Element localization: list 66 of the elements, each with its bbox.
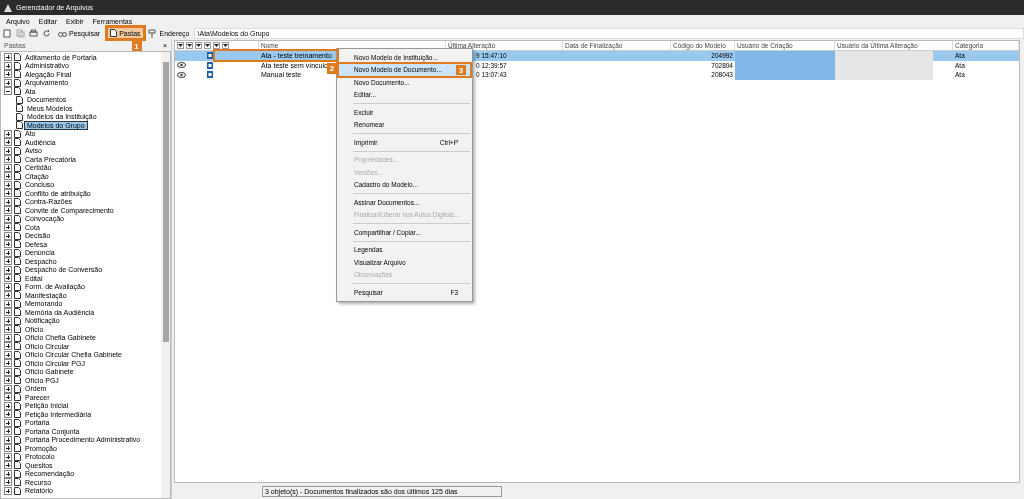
dropdown-icon[interactable] (213, 42, 220, 49)
expand-toggle[interactable] (4, 274, 12, 283)
expand-toggle[interactable] (4, 257, 12, 266)
expand-toggle[interactable] (4, 350, 12, 359)
dropdown-icon[interactable] (222, 42, 229, 49)
expand-toggle[interactable] (4, 376, 12, 385)
expand-toggle[interactable] (4, 384, 12, 393)
expand-toggle[interactable] (4, 291, 12, 300)
expand-toggle[interactable] (4, 469, 12, 478)
expand-toggle[interactable] (4, 342, 12, 351)
expand-toggle[interactable] (4, 138, 12, 147)
expand-toggle[interactable] (4, 61, 12, 70)
print-icon[interactable] (29, 28, 38, 38)
icon-columns-header[interactable] (175, 41, 259, 50)
expand-toggle[interactable] (4, 461, 12, 470)
expand-toggle[interactable] (4, 367, 12, 376)
scrollbar[interactable] (161, 52, 170, 498)
new-icon[interactable] (3, 28, 12, 38)
expand-toggle[interactable] (4, 53, 12, 62)
expand-toggle[interactable] (4, 359, 12, 368)
expand-toggle[interactable] (4, 325, 12, 334)
expand-toggle[interactable] (4, 418, 12, 427)
expand-toggle[interactable] (4, 189, 12, 198)
refresh-icon[interactable] (42, 28, 51, 38)
expand-toggle[interactable] (4, 223, 12, 232)
expand-toggle[interactable] (4, 435, 12, 444)
binoculars-icon (58, 29, 67, 37)
expand-toggle[interactable] (4, 240, 12, 249)
expand-toggle[interactable] (4, 163, 12, 172)
expand-toggle[interactable] (4, 231, 12, 240)
expand-toggle[interactable] (4, 206, 12, 215)
expand-toggle[interactable] (4, 444, 12, 453)
dropdown-icon[interactable] (177, 42, 184, 49)
expand-toggle[interactable] (4, 155, 12, 164)
app-icon (4, 3, 12, 12)
expand-toggle[interactable] (4, 78, 12, 87)
expand-toggle[interactable] (4, 316, 12, 325)
expand-toggle[interactable] (4, 265, 12, 274)
expand-toggle[interactable] (4, 129, 12, 138)
expand-toggle[interactable] (4, 308, 12, 317)
pin-icon[interactable] (147, 28, 156, 38)
expand-toggle[interactable] (4, 172, 12, 181)
expand-toggle[interactable] (4, 393, 12, 402)
expand-toggle[interactable] (4, 478, 12, 487)
callout-number: 3 (456, 65, 466, 75)
expand-toggle[interactable] (4, 248, 12, 257)
expand-toggle[interactable] (4, 427, 12, 436)
expand-toggle[interactable] (4, 401, 12, 410)
expand-toggle[interactable] (4, 299, 12, 308)
expand-toggle[interactable] (4, 282, 12, 291)
collapse-toggle[interactable] (4, 87, 12, 96)
expand-toggle[interactable] (4, 214, 12, 223)
expand-toggle[interactable] (4, 410, 12, 419)
expand-toggle[interactable] (4, 197, 12, 206)
dropdown-icon[interactable] (195, 42, 202, 49)
expand-toggle[interactable] (4, 146, 12, 155)
folder-document-icon (110, 29, 118, 37)
expand-toggle[interactable] (4, 452, 12, 461)
expand-toggle[interactable] (4, 486, 12, 495)
highlight-frame (105, 25, 146, 41)
expand-toggle[interactable] (4, 180, 12, 189)
expand-toggle[interactable] (4, 333, 12, 342)
dropdown-icon[interactable] (186, 42, 193, 49)
expand-toggle[interactable] (4, 70, 12, 79)
callout-number: 2 (327, 63, 337, 74)
dropdown-icon[interactable] (204, 42, 211, 49)
